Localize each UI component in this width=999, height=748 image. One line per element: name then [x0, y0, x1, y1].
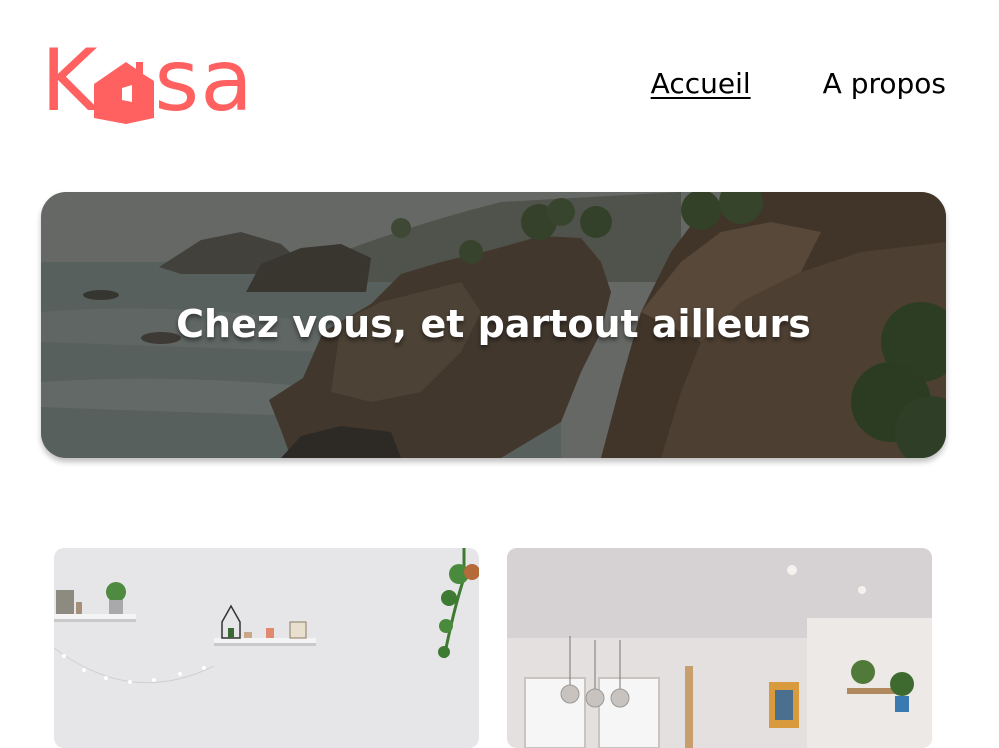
- banner-title: Chez vous, et partout ailleurs: [176, 302, 811, 346]
- logo-letters-sa: sa: [154, 31, 254, 131]
- listing-card-1-image: [54, 548, 479, 748]
- listing-card-2[interactable]: [507, 548, 932, 748]
- kasa-logo[interactable]: K sa: [41, 38, 311, 124]
- listing-card-2-image: [507, 548, 932, 748]
- main-nav: Accueil A propos: [651, 66, 946, 102]
- nav-link-accueil[interactable]: Accueil: [651, 66, 751, 102]
- house-icon: [94, 62, 155, 124]
- site-header: K sa Accueil A propos: [41, 38, 946, 126]
- logo-letter-k: K: [41, 31, 99, 131]
- nav-link-a-propos[interactable]: A propos: [823, 66, 946, 102]
- listing-card-1[interactable]: [54, 548, 479, 748]
- hero-banner: Chez vous, et partout ailleurs: [41, 192, 946, 458]
